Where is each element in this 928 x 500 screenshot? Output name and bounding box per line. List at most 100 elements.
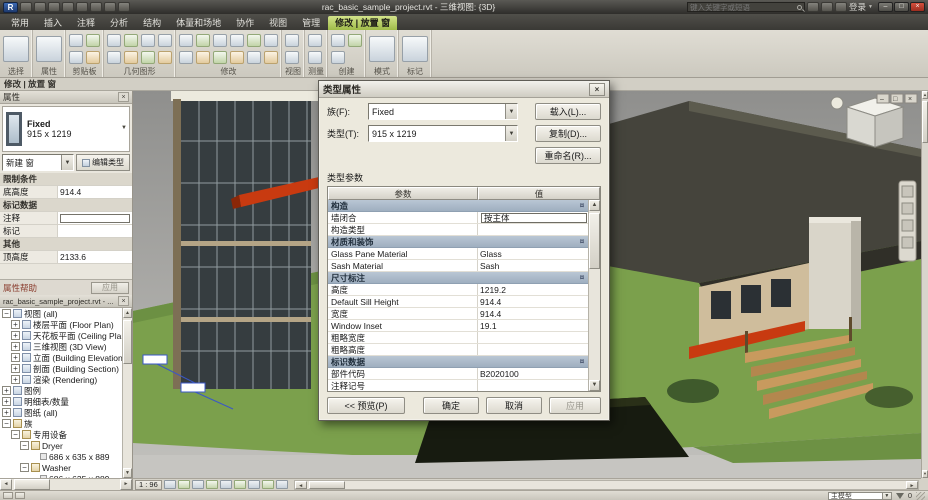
param-group[interactable]: 构造 ¤ [328, 200, 588, 212]
scroll-down-icon[interactable]: ▼ [123, 468, 132, 478]
param-group[interactable]: 标识数据 ¤ [328, 356, 588, 368]
cancel-button[interactable]: 取消 [486, 397, 542, 414]
ribbon-tab-3[interactable]: 注释 [70, 16, 102, 30]
property-group[interactable]: 标记数据 [0, 199, 132, 212]
view-scale-button[interactable]: 1 : 96 [135, 479, 162, 490]
expander-icon[interactable]: − [2, 309, 11, 318]
apply-button[interactable]: 应用 [91, 281, 129, 294]
copy-icon[interactable] [86, 34, 100, 47]
split-icon[interactable] [230, 51, 244, 64]
ok-button[interactable]: 确定 [423, 397, 479, 414]
expander-icon[interactable]: + [11, 331, 20, 340]
tree-item[interactable]: − 族 [0, 418, 122, 429]
tag-on-placement-icon[interactable] [402, 36, 428, 62]
redo-icon[interactable] [62, 2, 74, 12]
expander-icon[interactable]: + [11, 342, 20, 351]
expander-icon[interactable]: + [2, 408, 11, 417]
ribbon-tab-5[interactable]: 结构 [136, 16, 168, 30]
scroll-up-icon[interactable]: ▲ [589, 200, 600, 211]
scroll-up-icon[interactable]: ▲ [123, 308, 132, 318]
ribbon-tab-9[interactable]: 管理 [295, 16, 327, 30]
type-preview[interactable]: Fixed 915 x 1219 ▼ [2, 106, 130, 152]
shadows-icon[interactable] [205, 480, 218, 489]
chevron-down-icon[interactable]: ▼ [61, 155, 73, 170]
expander-icon[interactable]: + [2, 386, 11, 395]
ribbon-tab-active[interactable]: 修改 | 放置 窗 [328, 16, 398, 30]
delete-icon[interactable] [264, 51, 278, 64]
column-header-value[interactable]: 值 [478, 187, 600, 200]
cut-geometry-icon[interactable] [107, 51, 121, 64]
revit-logo-icon[interactable]: R [3, 1, 18, 13]
reveal-hidden-icon[interactable] [275, 480, 288, 489]
tree-item[interactable]: 686 x 635 x 889 [0, 451, 122, 462]
canvas-vscrollbar[interactable]: ▲ ▼ [921, 91, 928, 478]
browser-scrollbar[interactable]: ▲ ▼ [122, 308, 132, 478]
view-reference-icon[interactable] [285, 51, 299, 64]
tree-item[interactable]: − 专用设备 [0, 429, 122, 440]
filter-icon[interactable] [895, 492, 904, 499]
offset-icon[interactable] [196, 34, 210, 47]
scroll-thumb[interactable] [308, 480, 345, 489]
tree-item[interactable]: + 立面 (Building Elevation) [0, 352, 122, 363]
split-face-icon[interactable] [158, 34, 172, 47]
group-pin-icon[interactable]: ¤ [576, 201, 588, 210]
sun-path-icon[interactable] [191, 480, 204, 489]
worksets-icon[interactable] [3, 492, 13, 499]
unjoin-icon[interactable] [158, 51, 172, 64]
load-family-icon[interactable] [369, 36, 395, 62]
chevron-down-icon[interactable]: ▼ [881, 492, 891, 499]
temporary-hide-icon[interactable] [261, 480, 274, 489]
group-pin-icon[interactable]: ¤ [576, 273, 588, 282]
param-group[interactable]: 尺寸标注 ¤ [328, 272, 588, 284]
properties-icon[interactable] [36, 36, 62, 62]
close-icon[interactable]: × [118, 296, 129, 306]
expander-icon[interactable]: − [20, 463, 29, 472]
legend-component-icon[interactable] [348, 34, 362, 47]
ribbon-tab-6[interactable]: 体量和场地 [169, 16, 228, 30]
load-button[interactable]: 载入(L)... [535, 103, 601, 120]
property-group[interactable]: 限制条件 [0, 173, 132, 186]
scroll-down-icon[interactable]: ▼ [589, 380, 600, 391]
search-icon[interactable] [797, 4, 803, 10]
dimension-icon[interactable] [308, 51, 322, 64]
tree-item[interactable]: + 图例 [0, 385, 122, 396]
navigation-bar[interactable] [898, 180, 917, 262]
properties-header[interactable]: 属性 × [0, 91, 132, 104]
property-value-input[interactable] [60, 213, 130, 223]
create-group-icon[interactable] [331, 34, 345, 47]
scroll-left-icon[interactable]: ◄ [294, 480, 307, 489]
group-pin-icon[interactable]: ¤ [576, 357, 588, 366]
trim-icon[interactable] [230, 34, 244, 47]
browser-hscrollbar[interactable]: ◄ ► [0, 478, 133, 490]
tree-item[interactable]: + 天花板平面 (Ceiling Plan) [0, 330, 122, 341]
close-icon[interactable]: × [589, 82, 605, 96]
detail-level-icon[interactable] [163, 480, 176, 489]
scale-icon[interactable] [247, 51, 261, 64]
create-similar-icon[interactable] [331, 51, 345, 64]
close-icon[interactable]: × [910, 2, 925, 12]
sync-icon[interactable] [90, 2, 102, 12]
preview-button[interactable]: << 预览(P) [327, 397, 405, 414]
scroll-right-icon[interactable]: ► [906, 480, 918, 489]
array-icon[interactable] [247, 34, 261, 47]
apply-button[interactable]: 应用 [549, 397, 601, 414]
expander-icon[interactable]: + [11, 353, 20, 362]
browser-header[interactable]: rac_basic_sample_project.rvt - ... × [0, 295, 132, 308]
scroll-thumb[interactable] [14, 479, 50, 490]
edit-type-button[interactable]: 编辑类型 [76, 154, 130, 171]
tree-item[interactable]: + 明细表/数量 [0, 396, 122, 407]
measure-icon[interactable] [308, 34, 322, 47]
mirror-icon[interactable] [213, 34, 227, 47]
tree-item[interactable]: + 三维视图 (3D View) [0, 341, 122, 352]
expander-icon[interactable]: + [2, 397, 11, 406]
rendering-icon[interactable] [219, 480, 232, 489]
tree-item[interactable]: − 视图 (all) [0, 308, 122, 319]
visual-style-icon[interactable] [177, 480, 190, 489]
help-icon[interactable] [835, 2, 848, 12]
paste-icon[interactable] [69, 34, 83, 47]
subscription-icon[interactable] [821, 2, 834, 12]
scroll-left-icon[interactable]: ◄ [0, 479, 12, 490]
duplicate-button[interactable]: 复制(D)... [535, 125, 601, 142]
type-combo[interactable]: 915 x 1219 ▼ [368, 125, 518, 142]
chevron-down-icon[interactable]: ▼ [121, 125, 127, 131]
